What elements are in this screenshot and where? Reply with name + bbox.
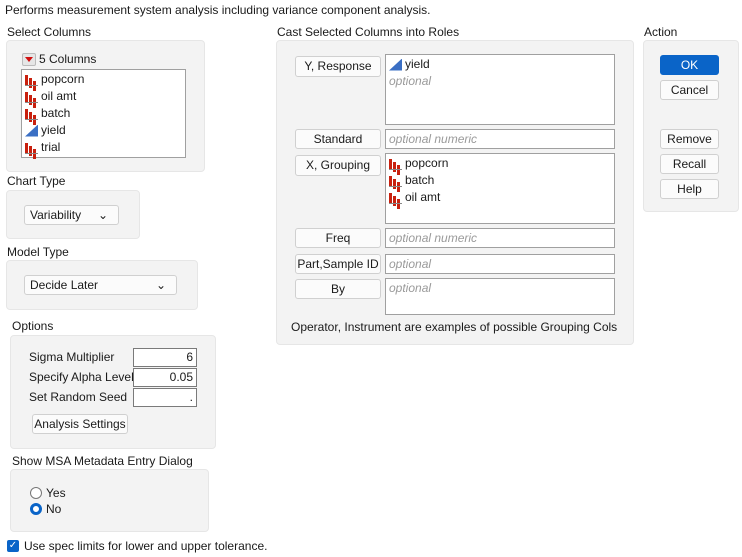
sigma-multiplier-input[interactable]: 6 — [133, 348, 197, 367]
freq-field[interactable]: optional numeric — [385, 228, 615, 248]
column-label: trial — [41, 140, 61, 154]
action-panel: OK Cancel Remove Recall Help — [643, 40, 739, 212]
by-button[interactable]: By — [295, 279, 381, 299]
part-sample-id-field[interactable]: optional — [385, 254, 615, 274]
spec-limits-label: Use spec limits for lower and upper tole… — [24, 539, 268, 553]
cast-panel: Y, Response yield optional Standard opti… — [276, 40, 634, 345]
msa-no-radio[interactable]: No — [30, 502, 61, 516]
recall-button[interactable]: Recall — [660, 154, 719, 174]
column-batch[interactable]: batch — [22, 105, 185, 122]
item-label: batch — [405, 173, 435, 187]
column-label: yield — [41, 123, 66, 137]
msa-title: Show MSA Metadata Entry Dialog — [12, 454, 193, 468]
random-seed-input[interactable]: . — [133, 388, 197, 407]
seed-label: Set Random Seed — [29, 390, 128, 404]
y-response-button[interactable]: Y, Response — [295, 56, 381, 77]
item-label: yield — [405, 57, 430, 71]
column-label: popcorn — [41, 72, 85, 86]
nominal-icon — [25, 74, 38, 86]
action-title: Action — [644, 25, 678, 39]
analysis-settings-button[interactable]: Analysis Settings — [32, 414, 128, 434]
description: Performs measurement system analysis inc… — [5, 3, 431, 17]
chevron-down-icon: ⌄ — [97, 208, 108, 222]
freq-button[interactable]: Freq — [295, 228, 381, 248]
columns-list[interactable]: popcorn oil amt batch yield trial — [21, 69, 186, 158]
x-item-oil-amt[interactable]: oil amt — [386, 189, 614, 206]
y-response-list[interactable]: yield optional — [385, 54, 615, 125]
alpha-level-input[interactable]: 0.05 — [133, 368, 197, 387]
standard-button[interactable]: Standard — [295, 129, 381, 149]
nominal-icon — [25, 108, 38, 120]
by-field[interactable]: optional — [385, 278, 615, 315]
model-type-panel: Decide Later ⌄ — [6, 260, 198, 310]
nominal-icon — [389, 158, 402, 170]
column-popcorn[interactable]: popcorn — [22, 71, 185, 88]
column-label: batch — [41, 106, 71, 120]
column-trial[interactable]: trial — [22, 139, 185, 156]
columns-header[interactable]: 5 Columns — [22, 52, 96, 66]
chart-type-dropdown[interactable]: Variability ⌄ — [24, 205, 119, 225]
chart-type-title: Chart Type — [7, 174, 66, 188]
part-sample-id-button[interactable]: Part,Sample ID — [295, 254, 381, 274]
spec-limits-checkbox[interactable]: ✓ Use spec limits for lower and upper to… — [7, 539, 267, 553]
select-columns-panel: 5 Columns popcorn oil amt batch yield tr… — [6, 40, 205, 172]
cancel-button[interactable]: Cancel — [660, 80, 719, 100]
x-item-batch[interactable]: batch — [386, 172, 614, 189]
radio-unchecked-icon — [30, 487, 42, 499]
cast-title: Cast Selected Columns into Roles — [277, 25, 460, 39]
model-type-value: Decide Later — [30, 278, 99, 292]
item-label: oil amt — [405, 190, 441, 204]
y-placeholder: optional — [389, 74, 432, 88]
column-yield[interactable]: yield — [22, 122, 185, 139]
x-grouping-list[interactable]: popcorn batch oil amt — [385, 153, 615, 224]
y-item-yield[interactable]: yield — [386, 56, 614, 73]
select-columns-title: Select Columns — [7, 25, 92, 39]
column-oil-amt[interactable]: oil amt — [22, 88, 185, 105]
nominal-icon — [389, 192, 402, 204]
nominal-icon — [389, 175, 402, 187]
options-panel: Sigma Multiplier 6 Specify Alpha Level 0… — [10, 335, 216, 449]
alpha-label: Specify Alpha Level — [29, 370, 134, 384]
column-label: oil amt — [41, 89, 77, 103]
red-triangle-menu-icon[interactable] — [22, 52, 36, 66]
continuous-icon — [25, 124, 38, 137]
model-type-title: Model Type — [7, 245, 69, 259]
grouping-note: Operator, Instrument are examples of pos… — [291, 320, 618, 334]
item-label: popcorn — [405, 156, 449, 170]
chart-type-panel: Variability ⌄ — [6, 190, 140, 239]
continuous-icon — [389, 58, 402, 71]
nominal-icon — [25, 91, 38, 103]
standard-field[interactable]: optional numeric — [385, 129, 615, 149]
chevron-down-icon: ⌄ — [155, 278, 166, 292]
nominal-icon — [25, 142, 38, 154]
x-grouping-button[interactable]: X, Grouping — [295, 155, 381, 176]
sigma-label: Sigma Multiplier — [29, 350, 115, 364]
options-title: Options — [12, 319, 54, 333]
model-type-dropdown[interactable]: Decide Later ⌄ — [24, 275, 177, 295]
x-item-popcorn[interactable]: popcorn — [386, 155, 614, 172]
yes-label: Yes — [46, 486, 66, 500]
ok-button[interactable]: OK — [660, 55, 719, 75]
radio-checked-icon — [30, 503, 42, 515]
msa-yes-radio[interactable]: Yes — [30, 486, 66, 500]
chart-type-value: Variability — [30, 208, 82, 222]
no-label: No — [46, 502, 62, 516]
help-button[interactable]: Help — [660, 179, 719, 199]
remove-button[interactable]: Remove — [660, 129, 719, 149]
columns-count: 5 Columns — [39, 52, 97, 66]
checkbox-checked-icon: ✓ — [7, 540, 19, 552]
msa-panel: Yes No — [10, 469, 209, 532]
